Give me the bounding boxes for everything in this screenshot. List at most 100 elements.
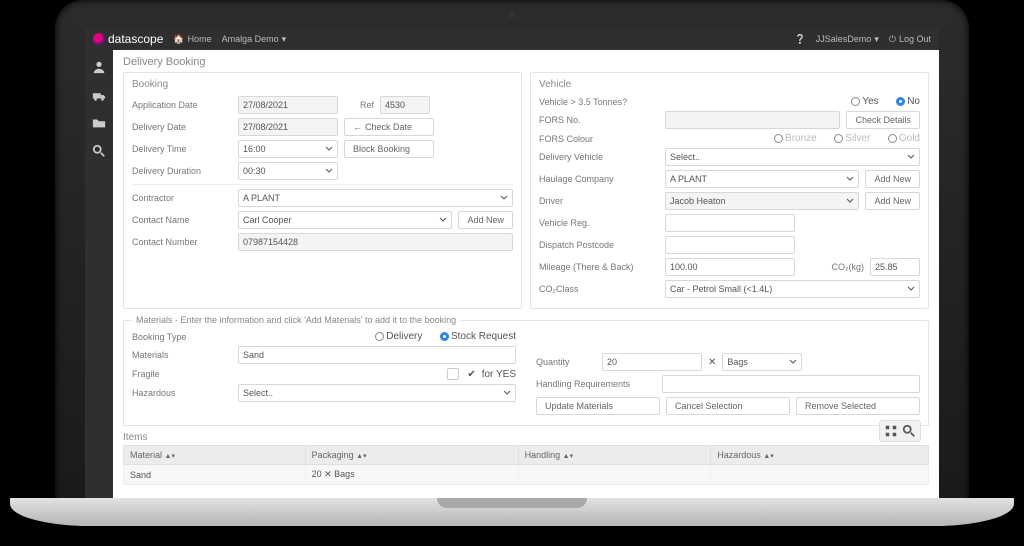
mileage-input[interactable]	[665, 258, 795, 276]
duration-select[interactable]: 00:30	[238, 162, 338, 180]
cell-material: Sand	[124, 465, 306, 485]
driver-select[interactable]: Jacob Heaton	[665, 192, 859, 210]
nav-user[interactable]: JJSalesDemo ▾	[816, 34, 879, 45]
cell-hazardous	[711, 465, 929, 485]
booking-type-label: Booking Type	[132, 332, 232, 342]
add-new-contact-button[interactable]: Add New	[458, 211, 513, 229]
handling-input[interactable]	[662, 375, 920, 393]
stock-radio[interactable]: Stock Request	[440, 331, 516, 342]
ref-input[interactable]	[380, 96, 430, 114]
table-row[interactable]: Sand 20 ✕ Bags	[124, 465, 929, 485]
over35-label: Vehicle > 3.5 Tonnes?	[539, 97, 659, 107]
contractor-select[interactable]: A PLANT	[238, 189, 513, 207]
vehicle-panel: Vehicle Vehicle > 3.5 Tonnes? Yes No FOR…	[530, 72, 929, 309]
del-date-input[interactable]	[238, 118, 338, 136]
laptop-base	[10, 498, 1014, 526]
col-hazardous[interactable]: Hazardous ▲▾	[711, 446, 929, 465]
float-toolbar	[879, 420, 921, 442]
fragile-checkbox[interactable]	[447, 368, 459, 380]
contractor-label: Contractor	[132, 193, 232, 203]
haulage-label: Haulage Company	[539, 174, 659, 184]
unit-select[interactable]: Bags	[722, 353, 802, 371]
hazardous-label: Hazardous	[132, 388, 232, 398]
col-handling[interactable]: Handling ▲▾	[518, 446, 711, 465]
fors-no-input[interactable]	[665, 111, 840, 129]
remove-selected-button[interactable]: Remove Selected	[796, 397, 920, 415]
quantity-label: Quantity	[536, 357, 596, 367]
nav-project[interactable]: Amalga Demo ▾	[222, 34, 287, 45]
add-new-driver-button[interactable]: Add New	[865, 192, 920, 210]
materials-panel: Materials - Enter the information and cl…	[123, 315, 929, 426]
add-new-haulage-button[interactable]: Add New	[865, 170, 920, 188]
cancel-selection-button[interactable]: Cancel Selection	[666, 397, 790, 415]
mileage-label: Mileage (There & Back)	[539, 262, 659, 272]
over35-no-radio[interactable]: No	[896, 96, 920, 107]
postcode-input[interactable]	[665, 236, 795, 254]
cell-handling	[518, 465, 711, 485]
booking-heading: Booking	[132, 79, 513, 90]
co2class-select[interactable]: Car - Petrol Small (<1.4L)	[665, 280, 920, 298]
app-date-label: Application Date	[132, 100, 232, 110]
col-packaging[interactable]: Packaging ▲▾	[305, 446, 518, 465]
co2-input[interactable]	[870, 258, 920, 276]
check-date-button[interactable]: ← Check Date	[344, 118, 434, 136]
co2class-label: CO₂Class	[539, 284, 659, 294]
logout-link[interactable]: ⏻ Log Out	[889, 34, 931, 45]
fors-no-label: FORS No.	[539, 115, 659, 125]
delivery-icon[interactable]	[92, 88, 106, 102]
col-material[interactable]: Material ▲▾	[124, 446, 306, 465]
logo-icon	[93, 33, 105, 45]
booking-panel: Booking Application Date Ref Delivery Da…	[123, 72, 522, 309]
contact-select[interactable]: Carl Cooper	[238, 211, 452, 229]
fors-silver-radio[interactable]: Silver	[834, 133, 870, 144]
phone-input[interactable]	[238, 233, 513, 251]
for-yes-text: for YES	[482, 369, 516, 380]
update-materials-button[interactable]: Update Materials	[536, 397, 660, 415]
fors-colour-label: FORS Colour	[539, 134, 659, 144]
del-time-label: Delivery Time	[132, 144, 232, 154]
folder-icon[interactable]	[92, 116, 106, 130]
ref-label: Ref	[344, 100, 374, 110]
materials-input[interactable]	[238, 346, 516, 364]
phone-label: Contact Number	[132, 237, 232, 247]
materials-legend: Materials - Enter the information and cl…	[132, 315, 460, 325]
nav-home[interactable]: 🏠 Home	[173, 34, 211, 45]
sidebar	[85, 50, 113, 498]
brand: datascope	[93, 32, 163, 46]
person-icon[interactable]	[92, 60, 106, 74]
del-time-select[interactable]: 16:00	[238, 140, 338, 158]
fragile-label: Fragile	[132, 369, 232, 379]
handling-label: Handling Requirements	[536, 379, 656, 389]
search-icon[interactable]	[92, 144, 106, 158]
grid-icon[interactable]	[884, 424, 898, 438]
hazardous-select[interactable]: Select..	[238, 384, 516, 402]
contact-label: Contact Name	[132, 215, 232, 225]
delivery-vehicle-label: Delivery Vehicle	[539, 152, 659, 162]
items-panel: Items Material ▲▾ Packaging ▲▾ Handling …	[123, 432, 929, 485]
fors-gold-radio[interactable]: Gold	[888, 133, 920, 144]
block-booking-button[interactable]: Block Booking	[344, 140, 434, 158]
help-icon[interactable]: ❔	[795, 34, 806, 45]
app-date-input[interactable]	[238, 96, 338, 114]
top-nav: datascope 🏠 Home Amalga Demo ▾ ❔ JJSales…	[85, 28, 939, 50]
reg-input[interactable]	[665, 214, 795, 232]
page-title: Delivery Booking	[123, 56, 929, 68]
driver-label: Driver	[539, 196, 659, 206]
reg-label: Vehicle Reg.	[539, 218, 659, 228]
quantity-input[interactable]	[602, 353, 702, 371]
co2-label: CO₂(kg)	[832, 262, 865, 272]
vehicle-heading: Vehicle	[539, 79, 920, 90]
haulage-select[interactable]: A PLANT	[665, 170, 859, 188]
search-float-icon[interactable]	[902, 424, 916, 438]
brand-text: datascope	[108, 32, 163, 46]
clear-qty-icon[interactable]: ✕	[708, 357, 716, 368]
cell-packaging: 20 ✕ Bags	[305, 465, 518, 485]
fors-bronze-radio[interactable]: Bronze	[774, 133, 817, 144]
delivery-radio[interactable]: Delivery	[375, 331, 422, 342]
over35-yes-radio[interactable]: Yes	[851, 96, 878, 107]
materials-label: Materials	[132, 350, 232, 360]
delivery-vehicle-select[interactable]: Select..	[665, 148, 920, 166]
postcode-label: Dispatch Postcode	[539, 240, 659, 250]
duration-label: Delivery Duration	[132, 166, 232, 176]
check-details-button[interactable]: Check Details	[846, 111, 920, 129]
